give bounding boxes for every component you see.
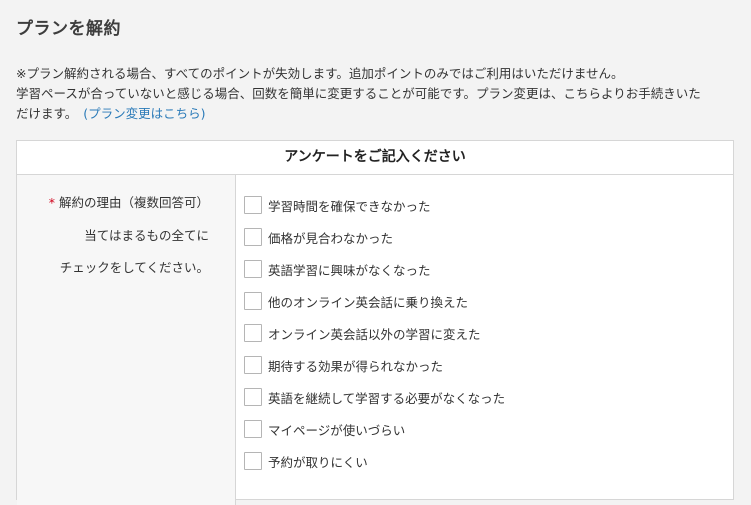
survey-title: アンケートをご記入ください <box>17 141 733 175</box>
option-no-need[interactable]: 英語を継続して学習する必要がなくなった <box>244 381 733 413</box>
checkbox[interactable] <box>244 196 262 214</box>
option-label: 期待する効果が得られなかった <box>268 358 444 374</box>
notice-line-2: 学習ペースが合っていないと感じる場合、回数を簡単に変更することが可能です。プラン… <box>16 86 701 101</box>
option-no-effect[interactable]: 期待する効果が得られなかった <box>244 349 733 381</box>
notice-line-1: ※プラン解約される場合、すべてのポイントが失効します。追加ポイントのみではご利用… <box>16 66 624 81</box>
question-label: * 解約の理由（複数回答可） 当てはまるもの全てに チェックをしてください。 <box>17 175 236 505</box>
option-label: オンライン英会話以外の学習に変えた <box>268 326 481 342</box>
survey-body: * 解約の理由（複数回答可） 当てはまるもの全てに チェックをしてください。 学習… <box>17 175 733 505</box>
checkbox[interactable] <box>244 356 262 374</box>
option-mypage-hard[interactable]: マイページが使いづらい <box>244 413 733 445</box>
option-label: 他のオンライン英会話に乗り換えた <box>268 294 469 310</box>
required-mark: * <box>48 195 55 210</box>
checkbox[interactable] <box>244 420 262 438</box>
plan-change-link[interactable]: (プラン変更はこちら) <box>83 106 205 121</box>
option-other-study[interactable]: オンライン英会話以外の学習に変えた <box>244 317 733 349</box>
notice-line-3: だけます。 (プラン変更はこちら) <box>16 104 736 124</box>
notice-text: ※プラン解約される場合、すべてのポイントが失効します。追加ポイントのみではご利用… <box>16 64 736 124</box>
option-label: 英語学習に興味がなくなった <box>268 262 431 278</box>
checkbox[interactable] <box>244 228 262 246</box>
checkbox[interactable] <box>244 324 262 342</box>
page-title: プランを解約 <box>16 19 121 39</box>
option-lost-interest[interactable]: 英語学習に興味がなくなった <box>244 253 733 285</box>
question-label-line-3: チェックをしてください。 <box>59 260 209 275</box>
checkbox[interactable] <box>244 452 262 470</box>
option-price[interactable]: 価格が見合わなかった <box>244 221 733 253</box>
question-label-line-1: * 解約の理由（複数回答可） <box>17 187 209 220</box>
option-label: マイページが使いづらい <box>268 422 406 438</box>
option-label: 学習時間を確保できなかった <box>268 198 431 214</box>
notice-line-3-text: だけます。 <box>16 106 78 121</box>
survey-panel: アンケートをご記入ください * 解約の理由（複数回答可） 当てはまるもの全てに チ… <box>16 140 734 505</box>
option-label: 予約が取りにくい <box>268 454 368 470</box>
question-label-line-2: 当てはまるもの全てに <box>84 227 209 243</box>
options-list: 学習時間を確保できなかった 価格が見合わなかった 英語学習に興味がなくなった 他… <box>236 175 733 505</box>
option-booking-hard[interactable]: 予約が取りにくい <box>244 445 733 477</box>
option-switched-service[interactable]: 他のオンライン英会話に乗り換えた <box>244 285 733 317</box>
checkbox[interactable] <box>244 260 262 278</box>
checkbox[interactable] <box>244 388 262 406</box>
option-study-time[interactable]: 学習時間を確保できなかった <box>244 189 733 221</box>
option-label: 価格が見合わなかった <box>268 230 394 246</box>
question-label-text-1: 解約の理由（複数回答可） <box>58 195 209 210</box>
checkbox[interactable] <box>244 292 262 310</box>
option-label: 英語を継続して学習する必要がなくなった <box>268 390 506 406</box>
